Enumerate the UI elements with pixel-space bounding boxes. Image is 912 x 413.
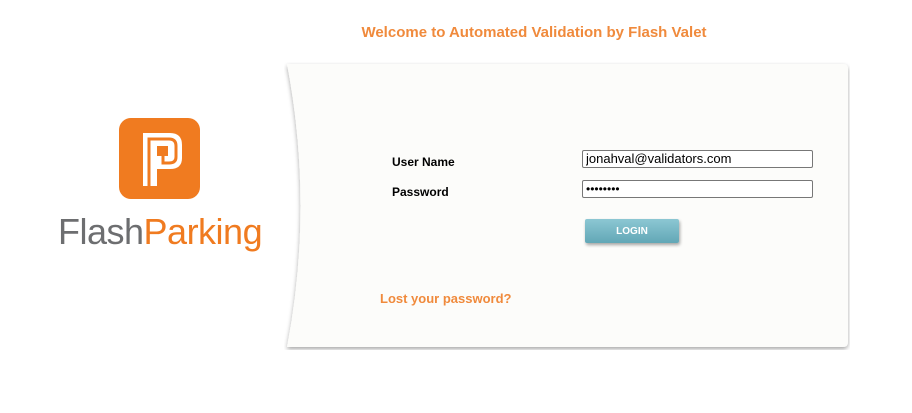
wordmark-flash: Flash xyxy=(58,211,144,252)
login-page: Welcome to Automated Validation by Flash… xyxy=(0,0,912,413)
login-button[interactable]: LOGIN xyxy=(585,219,679,243)
flashparking-logo: FlashParking xyxy=(58,118,268,258)
flashparking-wordmark: FlashParking xyxy=(58,211,263,252)
lost-password-link[interactable]: Lost your password? xyxy=(380,291,511,306)
password-label: Password xyxy=(392,185,449,199)
username-label: User Name xyxy=(392,155,455,169)
password-input[interactable] xyxy=(582,180,813,198)
flashparking-logo-icon xyxy=(119,118,200,199)
login-card-background xyxy=(287,64,848,347)
wordmark-parking: Parking xyxy=(143,211,263,252)
username-input[interactable] xyxy=(582,150,813,168)
welcome-title: Welcome to Automated Validation by Flash… xyxy=(361,24,707,41)
login-card: User Name Password LOGIN Lost your passw… xyxy=(284,62,850,350)
